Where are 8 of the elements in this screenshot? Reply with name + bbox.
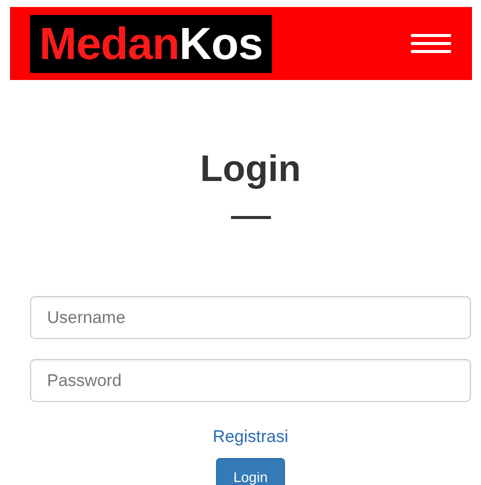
menu-icon[interactable]: [411, 34, 451, 54]
input-field[interactable]: Password: [30, 359, 471, 402]
logo[interactable]: MedanKos: [30, 14, 272, 72]
input-field[interactable]: Username: [30, 296, 471, 339]
register-link[interactable]: Registrasi: [212, 427, 288, 447]
page-title: Login: [200, 148, 301, 190]
login-button[interactable]: Login: [216, 458, 285, 485]
title-underline: [230, 216, 270, 219]
